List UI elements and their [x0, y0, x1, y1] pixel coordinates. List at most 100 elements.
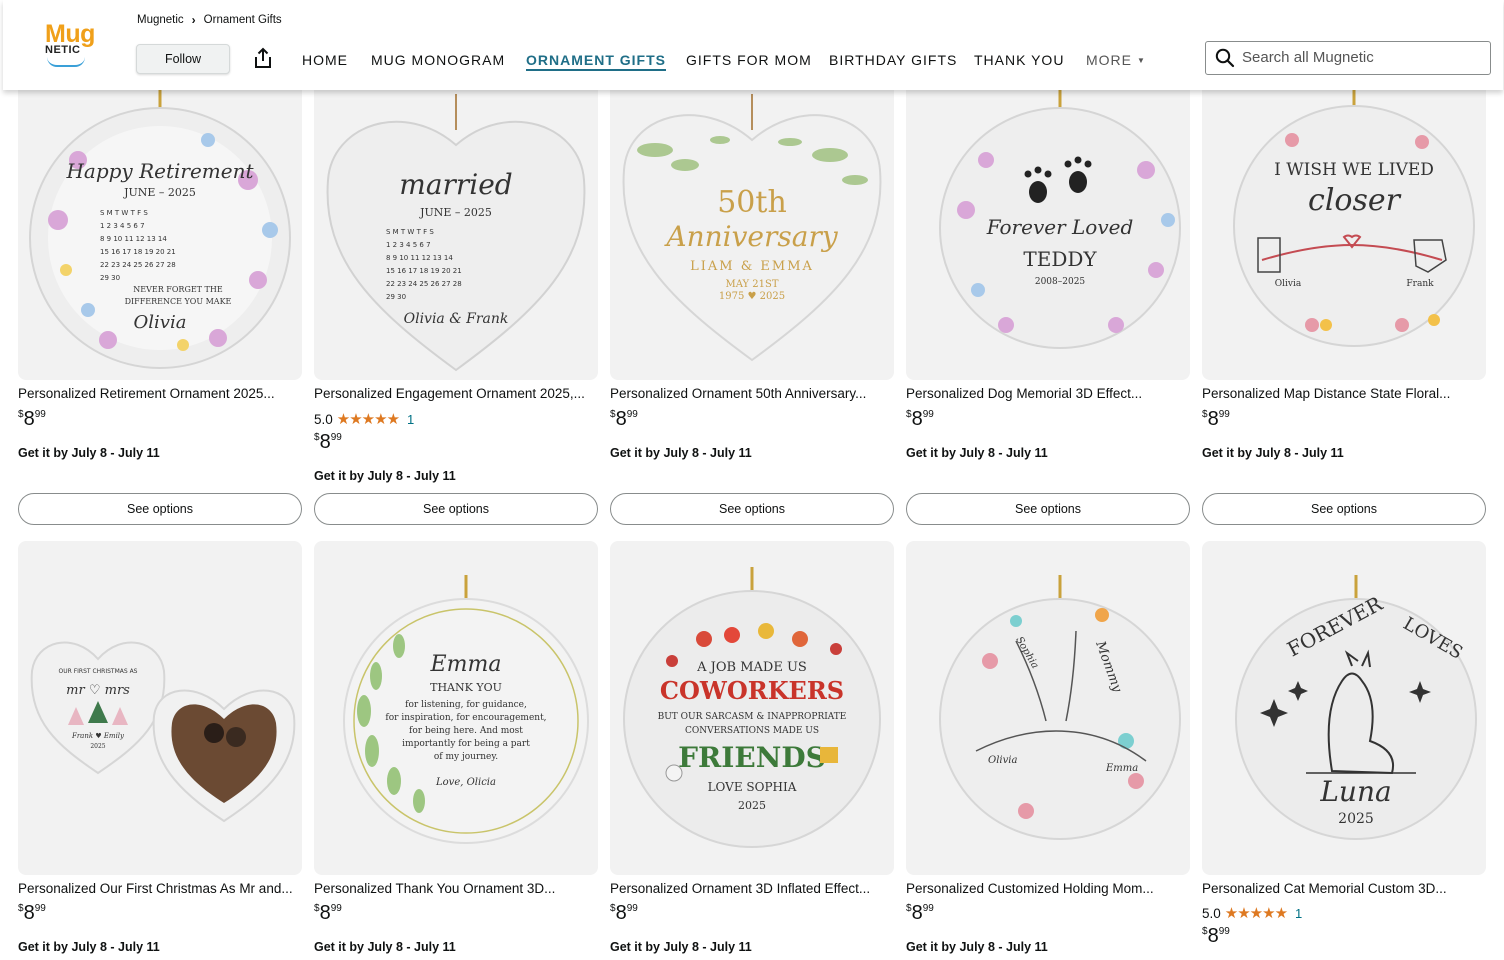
- svg-text:CONVERSATIONS MADE US: CONVERSATIONS MADE US: [685, 726, 819, 736]
- nav-ornament-gifts[interactable]: ORNAMENT GIFTS: [526, 52, 666, 71]
- svg-text:OUR FIRST CHRISTMAS AS: OUR FIRST CHRISTMAS AS: [59, 668, 138, 675]
- breadcrumb-store[interactable]: Mugnetic: [137, 14, 184, 26]
- nav-thank-you[interactable]: THANK YOU: [974, 52, 1064, 68]
- delivery-date: Get it by July 8 - July 11: [1202, 446, 1344, 460]
- svg-text:mr ♡ mrs: mr ♡ mrs: [66, 683, 130, 698]
- product-image[interactable]: married JUNE – 2025 S M T W T F S 1 2 3 …: [314, 70, 598, 380]
- product-rating[interactable]: 5.0 ★★★★★ 1: [1202, 904, 1302, 922]
- product-image[interactable]: Forever Loved TEDDY 2008–2025: [906, 70, 1190, 380]
- ornament-image: 50th Anniversary LIAM & EMMA MAY 21ST 19…: [622, 94, 882, 362]
- logo-smile: [47, 57, 85, 67]
- svg-text:Emma: Emma: [430, 652, 502, 677]
- svg-text:2025: 2025: [738, 799, 766, 812]
- delivery-date: Get it by July 8 - July 11: [314, 940, 456, 954]
- svg-text:Luna: Luna: [1319, 775, 1391, 808]
- store-logo[interactable]: Mug NETIC: [43, 20, 109, 68]
- product-image[interactable]: Emma THANK YOU for listening, for guidan…: [314, 541, 598, 875]
- search-icon: [1215, 48, 1235, 68]
- delivery-date: Get it by July 8 - July 11: [18, 446, 160, 460]
- star-rating-icon: ★★★★★: [336, 411, 400, 428]
- breadcrumb-page[interactable]: Ornament Gifts: [204, 14, 282, 26]
- review-count[interactable]: 1: [1295, 906, 1302, 921]
- product-image[interactable]: A JOB MADE US COWORKERS BUT OUR SARCASM …: [610, 541, 894, 875]
- nav-more[interactable]: MORE ▼: [1086, 52, 1146, 68]
- product-title[interactable]: Personalized Cat Memorial Custom 3D...: [1202, 881, 1486, 896]
- svg-text:2025: 2025: [1338, 811, 1374, 827]
- ornament-image: FOREVER LOVES Luna 2025: [1235, 575, 1477, 840]
- svg-text:married: married: [399, 168, 512, 201]
- see-options-button[interactable]: See options: [18, 493, 302, 525]
- product-price: $899: [610, 902, 638, 924]
- product-title[interactable]: Personalized Thank You Ornament 3D...: [314, 881, 598, 896]
- nav-mug-monogram[interactable]: MUG MONOGRAM: [371, 52, 505, 68]
- see-options-button[interactable]: See options: [610, 493, 894, 525]
- product-image[interactable]: Sophia Mommy Olivia Emma: [906, 541, 1190, 875]
- nav-more-label: MORE: [1086, 52, 1132, 68]
- ornament-image: Emma THANK YOU for listening, for guidan…: [343, 575, 589, 844]
- see-options-button[interactable]: See options: [314, 493, 598, 525]
- product-image[interactable]: OUR FIRST CHRISTMAS AS mr ♡ mrs Frank ♥ …: [18, 541, 302, 875]
- product-title[interactable]: Personalized Our First Christmas As Mr a…: [18, 881, 302, 896]
- svg-text:A JOB MADE US: A JOB MADE US: [696, 660, 807, 675]
- see-options-button[interactable]: See options: [906, 493, 1190, 525]
- breadcrumb: Mugnetic › Ornament Gifts: [137, 13, 282, 27]
- product-rating[interactable]: 5.0 ★★★★★ 1: [314, 410, 414, 428]
- delivery-date: Get it by July 8 - July 11: [610, 446, 752, 460]
- svg-text:Happy Retirement: Happy Retirement: [65, 159, 254, 183]
- svg-text:2025: 2025: [90, 743, 105, 750]
- svg-text:22 23 24 25 26 27 28: 22 23 24 25 26 27 28: [100, 261, 176, 269]
- product-price: $899: [18, 408, 46, 430]
- svg-text:THANK YOU: THANK YOU: [430, 681, 502, 694]
- svg-text:BUT OUR SARCASM & INAPPROPRIAT: BUT OUR SARCASM & INAPPROPRIATE: [658, 712, 847, 722]
- rating-value: 5.0: [1202, 905, 1221, 921]
- product-image[interactable]: I WISH WE LIVED closer Olivia Frank: [1202, 70, 1486, 380]
- review-count[interactable]: 1: [407, 412, 414, 427]
- follow-button[interactable]: Follow: [136, 44, 230, 74]
- svg-text:Emma: Emma: [1105, 763, 1138, 774]
- delivery-date: Get it by July 8 - July 11: [906, 940, 1048, 954]
- svg-text:I WISH WE LIVED: I WISH WE LIVED: [1274, 160, 1434, 180]
- product-price: $899: [18, 902, 46, 924]
- ornament-image: Forever Loved TEDDY 2008–2025: [939, 90, 1181, 349]
- product-title[interactable]: Personalized Map Distance State Floral..…: [1202, 386, 1486, 401]
- product-title[interactable]: Personalized Engagement Ornament 2025,..…: [314, 386, 598, 401]
- product-title[interactable]: Personalized Dog Memorial 3D Effect...: [906, 386, 1190, 401]
- svg-text:for inspiration, for encourage: for inspiration, for encouragement,: [385, 713, 546, 723]
- svg-text:JUNE – 2025: JUNE – 2025: [419, 206, 492, 219]
- svg-text:15 16 17 18 19 20 21: 15 16 17 18 19 20 21: [386, 267, 462, 275]
- ornament-image: OUR FIRST CHRISTMAS AS mr ♡ mrs Frank ♥ …: [30, 641, 296, 823]
- svg-text:Olivia: Olivia: [134, 312, 187, 333]
- nav-gifts-for-mom[interactable]: GIFTS FOR MOM: [686, 52, 812, 68]
- nav-birthday-gifts[interactable]: BIRTHDAY GIFTS: [829, 52, 957, 68]
- star-rating-icon: ★★★★★: [1224, 905, 1288, 922]
- svg-text:Olivia & Frank: Olivia & Frank: [404, 311, 509, 327]
- svg-text:Forever Loved: Forever Loved: [986, 215, 1134, 239]
- product-image[interactable]: Happy Retirement JUNE – 2025 S M T W T F…: [18, 70, 302, 380]
- svg-text:2008–2025: 2008–2025: [1035, 277, 1086, 287]
- ornament-image: Happy Retirement JUNE – 2025 S M T W T F…: [29, 90, 291, 369]
- delivery-date: Get it by July 8 - July 11: [906, 446, 1048, 460]
- see-options-button[interactable]: See options: [1202, 493, 1486, 525]
- share-icon[interactable]: [252, 47, 274, 69]
- ornament-image: Sophia Mommy Olivia Emma: [939, 575, 1181, 840]
- ornament-image: A JOB MADE US COWORKERS BUT OUR SARCASM …: [623, 567, 881, 848]
- search-box[interactable]: [1205, 41, 1491, 75]
- svg-text:importantly for being a part: importantly for being a part: [402, 739, 530, 749]
- product-title[interactable]: Personalized Ornament 3D Inflated Effect…: [610, 881, 894, 896]
- product-title[interactable]: Personalized Customized Holding Mom...: [906, 881, 1190, 896]
- svg-text:DIFFERENCE YOU MAKE: DIFFERENCE YOU MAKE: [125, 297, 232, 306]
- svg-text:8 9 10 11 12 13 14: 8 9 10 11 12 13 14: [386, 254, 453, 262]
- svg-text:Frank ♥ Emily: Frank ♥ Emily: [71, 732, 125, 740]
- product-title[interactable]: Personalized Retirement Ornament 2025...: [18, 386, 302, 401]
- svg-text:of my journey.: of my journey.: [434, 752, 498, 762]
- svg-text:JUNE – 2025: JUNE – 2025: [123, 186, 196, 199]
- product-image[interactable]: FOREVER LOVES Luna 2025: [1202, 541, 1486, 875]
- ornament-image: married JUNE – 2025 S M T W T F S 1 2 3 …: [326, 94, 586, 372]
- chevron-right-icon: ›: [191, 13, 196, 27]
- product-image[interactable]: 50th Anniversary LIAM & EMMA MAY 21ST 19…: [610, 70, 894, 380]
- product-price: $899: [314, 431, 342, 453]
- product-title[interactable]: Personalized Ornament 50th Anniversary..…: [610, 386, 894, 401]
- nav-home[interactable]: HOME: [302, 52, 348, 68]
- search-input[interactable]: [1242, 46, 1482, 68]
- ornament-image: I WISH WE LIVED closer Olivia Frank: [1233, 90, 1475, 347]
